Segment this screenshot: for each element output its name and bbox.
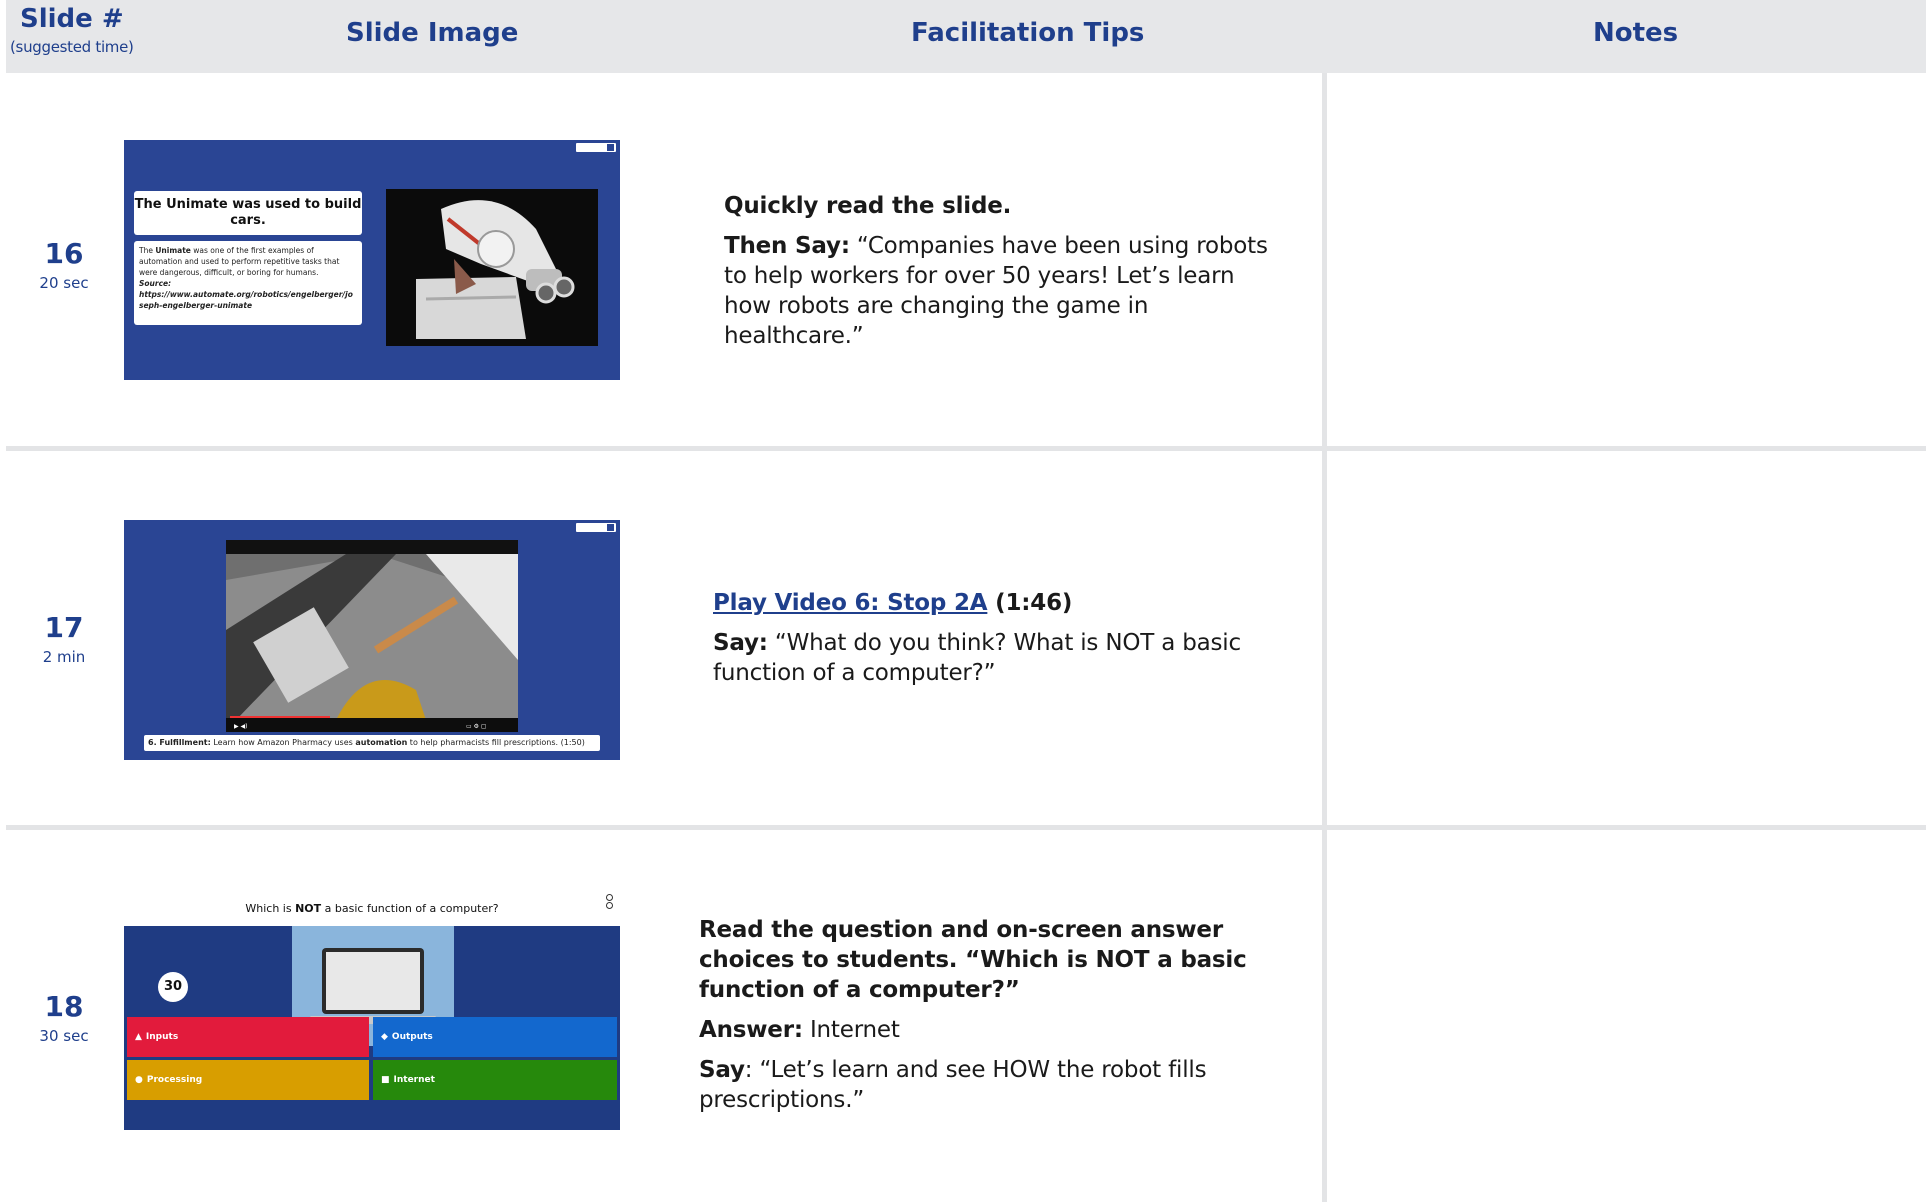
answer-label: Outputs bbox=[391, 1032, 433, 1042]
answer-text: Internet bbox=[802, 1017, 900, 1043]
slide-number: 18 bbox=[44, 990, 84, 1023]
tip-instruction: Read the question and on-screen answer c… bbox=[699, 917, 1247, 1003]
diamond-icon: ◆ bbox=[381, 1032, 388, 1042]
caption-bold: 6. Fulfillment: bbox=[148, 738, 211, 747]
tip-instruction: Quickly read the slide. bbox=[724, 193, 1012, 219]
slide-thumbnail: The Unimate was used to build cars. The … bbox=[124, 140, 620, 380]
answer-label: Answer: bbox=[699, 1017, 803, 1043]
timer-badge: 30 bbox=[158, 972, 188, 1002]
tip-line: Say: “What do you think? What is NOT a b… bbox=[713, 628, 1273, 688]
slide-thumbnail: ▶ ◀) ▭ ⚙ ▢ 6. Fulfillment: Learn how Ama… bbox=[124, 520, 620, 760]
caption-bold: automation bbox=[355, 738, 408, 747]
slide-title-card: The Unimate was used to build cars. bbox=[134, 191, 362, 235]
source-url: https://www.automate.org/robotics/engelb… bbox=[139, 290, 353, 310]
slide-number-cell: 17 2 min bbox=[4, 611, 124, 666]
slide-image-column-header: Slide Image bbox=[346, 18, 519, 48]
answer-label: Processing bbox=[146, 1075, 203, 1085]
slide-body-text: The bbox=[139, 246, 156, 255]
say-label: Then Say: bbox=[724, 233, 850, 259]
square-icon: ■ bbox=[381, 1075, 390, 1085]
tip-line: Answer: Internet bbox=[699, 1015, 1279, 1045]
suggested-time: 2 min bbox=[42, 648, 86, 666]
suggested-time: 30 sec bbox=[39, 1027, 89, 1045]
caption-text: to help pharmacists fill prescriptions. … bbox=[407, 738, 585, 747]
circle-icon: ● bbox=[135, 1075, 143, 1085]
answer-option-inputs: ▲ Inputs bbox=[127, 1017, 369, 1057]
tip-line: Say: “Let’s learn and see HOW the robot … bbox=[699, 1055, 1279, 1115]
triangle-icon: ▲ bbox=[135, 1032, 142, 1042]
slide-controls-icon bbox=[576, 143, 616, 152]
answer-label: Internet bbox=[393, 1075, 435, 1085]
notes-column-divider bbox=[1322, 73, 1327, 1202]
notes-column-header: Notes bbox=[1593, 18, 1679, 48]
slide-number-header-label: Slide # bbox=[20, 4, 124, 34]
slide-number-column-header: Slide # (suggested time) bbox=[10, 4, 134, 77]
quiz-question: Which is NOT a basic function of a compu… bbox=[124, 902, 620, 915]
svg-text:▶ ◀): ▶ ◀) bbox=[234, 723, 247, 730]
options-icon bbox=[606, 894, 614, 916]
tip-line: Play Video 6: Stop 2A (1:46) bbox=[713, 588, 1273, 618]
slide-number-cell: 18 30 sec bbox=[4, 990, 124, 1045]
facilitation-tip: Quickly read the slide. Then Say: “Compa… bbox=[724, 191, 1284, 361]
slide-thumbnail: Which is NOT a basic function of a compu… bbox=[124, 890, 620, 1130]
suggested-time: 20 sec bbox=[39, 274, 89, 292]
answer-option-internet: ■ Internet bbox=[373, 1060, 617, 1100]
table-header: Slide # (suggested time) Slide Image Fac… bbox=[6, 0, 1926, 73]
caption-text: Learn how Amazon Pharmacy uses bbox=[210, 738, 356, 747]
play-video-link[interactable]: Play Video 6: Stop 2A bbox=[713, 590, 988, 616]
say-text: “What do you think? What is NOT a basic … bbox=[713, 630, 1241, 686]
svg-text:▭ ⚙ ▢: ▭ ⚙ ▢ bbox=[466, 723, 487, 730]
video-caption: 6. Fulfillment: Learn how Amazon Pharmac… bbox=[144, 735, 600, 751]
say-label: Say bbox=[699, 1057, 745, 1083]
suggested-time-header-label: (suggested time) bbox=[10, 38, 134, 56]
robot-arm-photo-icon bbox=[386, 189, 598, 346]
slide-number: 16 bbox=[44, 237, 84, 270]
slide-number: 17 bbox=[44, 611, 84, 644]
question-text: Which is bbox=[245, 902, 296, 915]
question-text: a basic function of a computer? bbox=[321, 902, 499, 915]
slide-body-card: The Unimate was one of the first example… bbox=[134, 241, 362, 325]
row-divider bbox=[6, 825, 1926, 830]
video-duration: (1:46) bbox=[987, 590, 1073, 616]
question-bold: NOT bbox=[295, 902, 322, 915]
answer-option-outputs: ◆ Outputs bbox=[373, 1017, 617, 1057]
warehouse-video-frame-icon: ▶ ◀) ▭ ⚙ ▢ bbox=[226, 540, 518, 732]
slide-controls-icon bbox=[576, 523, 616, 532]
tip-line: Quickly read the slide. bbox=[724, 191, 1284, 221]
tip-line: Then Say: “Companies have been using rob… bbox=[724, 231, 1284, 351]
say-text: : “Let’s learn and see HOW the robot fil… bbox=[699, 1057, 1207, 1113]
slide-number-cell: 16 20 sec bbox=[4, 237, 124, 292]
facilitation-tip: Read the question and on-screen answer c… bbox=[699, 915, 1279, 1125]
slide-body-bold: Unimate bbox=[155, 246, 191, 255]
say-label: Say: bbox=[713, 630, 768, 656]
answer-label: Inputs bbox=[145, 1032, 179, 1042]
tip-line: Read the question and on-screen answer c… bbox=[699, 915, 1279, 1005]
facilitation-tip: Play Video 6: Stop 2A (1:46) Say: “What … bbox=[713, 588, 1273, 698]
facilitation-tips-column-header: Facilitation Tips bbox=[911, 18, 1145, 48]
row-divider bbox=[6, 446, 1926, 451]
answer-option-processing: ● Processing bbox=[127, 1060, 369, 1100]
source-label: Source: bbox=[139, 279, 172, 288]
